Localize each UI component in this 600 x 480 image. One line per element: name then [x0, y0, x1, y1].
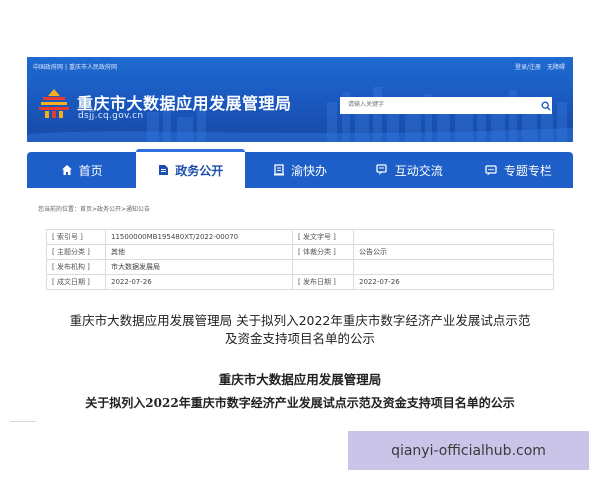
info-value [353, 229, 554, 245]
nav-item-yukuaiban[interactable]: 渝快办 [245, 152, 354, 188]
search-icon [541, 101, 550, 110]
nav-item-topics[interactable]: 专题专栏 [464, 152, 573, 188]
chat-icon [376, 164, 387, 175]
table-row: [ 发布机构 ] 市大数据发展局 [46, 259, 554, 275]
nav-item-label: 首页 [78, 163, 103, 178]
nav-item-interaction[interactable]: 互动交流 [355, 152, 464, 188]
nav-item-gov-affairs[interactable]: 政务公开 [136, 149, 246, 188]
login-link[interactable]: 登录/注册 [515, 64, 541, 71]
nav-item-label: 渝快办 [291, 163, 328, 178]
nav-item-label: 专题专栏 [503, 163, 552, 178]
info-value: 2022-07-26 [105, 274, 293, 290]
info-value: 其他 [105, 244, 293, 260]
site-logo-icon [39, 89, 69, 118]
document-info-table: [ 索引号 ] 11500000MB195480XT/2022-00070 [ … [46, 229, 554, 290]
nav-item-label: 政务公开 [175, 163, 224, 178]
table-row: [ 成文日期 ] 2022-07-26 [ 发布日期 ] 2022-07-26 [46, 274, 554, 290]
home-icon [61, 165, 72, 175]
search-button[interactable] [537, 97, 554, 114]
info-value: 市大数据发展局 [105, 259, 293, 275]
search-input[interactable] [340, 97, 552, 114]
watermark-text: qianyi-officialhub.com [391, 442, 546, 459]
top-links: 中国政府网 | 重庆市人民政府网 [33, 62, 119, 71]
breadcrumb: 您当前的位置：首页>政务公开>通知公告 [38, 206, 151, 213]
document-title: 重庆市大数据应用发展管理局 关于拟列入2022年重庆市数字经济产业发展试点示范 … [30, 312, 570, 348]
info-value: 公告公示 [353, 244, 554, 260]
top-utility-bar: 中国政府网 | 重庆市人民政府网 登录/注册 无障碍 [27, 62, 573, 74]
accessibility-link[interactable]: 无障碍 [547, 64, 565, 71]
info-label: [ 发布机构 ] [46, 259, 106, 275]
info-label: [ 成文日期 ] [46, 274, 106, 290]
gov-link[interactable]: 中国政府网 [33, 64, 63, 71]
topic-icon [485, 165, 497, 176]
watermark-banner: qianyi-officialhub.com [348, 431, 589, 470]
nav-item-home[interactable]: 首页 [27, 152, 136, 188]
table-row: [ 主题分类 ] 其他 [ 体裁分类 ] 公告公示 [46, 244, 554, 260]
info-label: [ 主题分类 ] [46, 244, 106, 260]
info-value: 11500000MB195480XT/2022-00070 [105, 229, 293, 245]
service-icon [274, 164, 284, 176]
document-body-heading: 重庆市大数据应用发展管理局 关于拟列入2022年重庆市数字经济产业发展试点示范及… [30, 370, 570, 414]
info-value [353, 259, 554, 275]
document-title-line-2: 及资金支持项目名单的公示 [224, 331, 375, 346]
info-label [292, 259, 354, 275]
link-separator: | [65, 64, 68, 71]
document-title-line-1: 重庆市大数据应用发展管理局 关于拟列入2022年重庆市数字经济产业发展试点示范 [69, 313, 531, 328]
site-header: 中国政府网 | 重庆市人民政府网 登录/注册 无障碍 重庆市大数据应用发展管理局 d… [27, 57, 573, 142]
divider [10, 421, 36, 422]
body-org-name: 重庆市大数据应用发展管理局 [218, 372, 382, 387]
body-subtitle: 关于拟列入2022年重庆市数字经济产业发展试点示范及资金支持项目名单的公示 [85, 396, 515, 410]
info-label: [ 体裁分类 ] [292, 244, 354, 260]
info-value: 2022-07-26 [353, 274, 554, 290]
info-label: [ 发布日期 ] [292, 274, 354, 290]
table-row: [ 索引号 ] 11500000MB195480XT/2022-00070 [ … [46, 229, 554, 245]
nav-item-label: 互动交流 [394, 163, 443, 178]
document-icon [159, 165, 169, 175]
info-label: [ 索引号 ] [46, 229, 106, 245]
cq-gov-link[interactable]: 重庆市人民政府网 [69, 64, 117, 71]
info-label: [ 发文字号 ] [292, 229, 354, 245]
account-links: 登录/注册 无障碍 [511, 62, 565, 71]
site-domain: dsjj.cq.gov.cn [78, 111, 144, 121]
main-nav: 首页 政务公开 渝快办 互动交流 专题专栏 [27, 149, 573, 188]
